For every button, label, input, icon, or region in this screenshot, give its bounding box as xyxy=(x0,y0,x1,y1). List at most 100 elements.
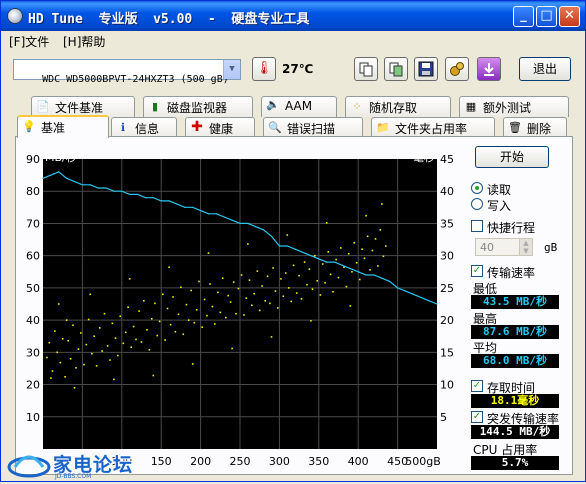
tab-random-access[interactable]: ⁘ 随机存取 xyxy=(345,96,451,117)
maximize-button[interactable]: □ xyxy=(536,6,557,27)
menu-file[interactable]: [F]文件 xyxy=(9,33,49,50)
y-right-tick-label: 40 xyxy=(440,185,454,198)
access-time-point xyxy=(319,294,322,296)
access-time-point xyxy=(340,247,342,249)
access-time-point xyxy=(355,261,358,264)
y-left-tick-label: 50 xyxy=(26,282,40,295)
tab-file-benchmark[interactable]: 📄 文件基准 xyxy=(31,96,135,117)
burst-rate-value: 144.5 MB/秒 xyxy=(471,425,559,439)
access-time-point xyxy=(164,339,166,341)
transfer-rate-point xyxy=(105,187,107,189)
access-time-point xyxy=(150,318,153,320)
access-time-point xyxy=(347,252,350,255)
speaker-icon: 🔈 xyxy=(266,98,280,111)
drive-select[interactable]: WDC WD5000BPVT-24HXZT3 (500 gB) ▼ xyxy=(13,59,241,85)
transfer-rate-checkbox[interactable]: ✓ 传输速率 xyxy=(471,263,571,280)
access-time-point xyxy=(379,229,382,231)
read-radio-dot[interactable] xyxy=(471,182,483,194)
access-time-point xyxy=(280,278,282,280)
spin-arrows-icon[interactable]: ▲ ▼ xyxy=(519,239,532,255)
transfer-rate-point xyxy=(341,264,344,266)
download-button[interactable] xyxy=(477,57,501,81)
watermark-subtext: JD-BBS.COM xyxy=(55,473,92,480)
access-time-box[interactable]: ✓ xyxy=(471,380,483,392)
exit-button[interactable]: 退出 xyxy=(519,57,571,81)
access-time-point xyxy=(195,309,198,311)
menu-help[interactable]: [H]帮助 xyxy=(63,33,105,50)
tab-error-scan[interactable]: 🔍 错误扫描 xyxy=(263,117,363,138)
scatter-icon: ⁘ xyxy=(352,100,362,113)
access-time-point xyxy=(332,290,334,293)
tab-folder-usage[interactable]: 📁 文件夹占用率 xyxy=(371,117,495,138)
access-time-point xyxy=(321,263,324,265)
transfer-rate-point xyxy=(136,193,139,196)
read-radio[interactable]: 读取 xyxy=(471,180,571,197)
transfer-rate-box[interactable]: ✓ xyxy=(471,265,483,277)
health-cross-icon: ✚ xyxy=(191,119,203,135)
app-disc-icon xyxy=(7,8,23,24)
tab-health[interactable]: ✚ 健康 xyxy=(185,117,255,138)
transfer-rate-point xyxy=(144,197,147,199)
access-time-point xyxy=(363,257,366,260)
access-time-point xyxy=(349,305,352,307)
quick-stroke-size-input[interactable]: 40 ▲ ▼ xyxy=(475,238,533,256)
transfer-rate-point xyxy=(113,190,115,192)
y-left-tick-label: 20 xyxy=(26,379,40,392)
write-radio-dot[interactable] xyxy=(471,198,483,210)
access-time-point xyxy=(253,292,255,295)
access-time-checkbox[interactable]: ✓ 存取时间 xyxy=(471,378,571,395)
access-time-point xyxy=(203,298,206,301)
access-time-point xyxy=(329,273,332,276)
transfer-rate-point xyxy=(231,219,233,221)
y-left-tick-label: 90 xyxy=(26,153,40,166)
tab-aam[interactable]: 🔈 AAM xyxy=(261,96,337,117)
min-value: 43.5 MB/秒 xyxy=(471,295,559,309)
burst-rate-checkbox[interactable]: ✓ 突发传输速率 xyxy=(471,409,571,426)
options-button[interactable] xyxy=(445,57,469,81)
access-time-point xyxy=(227,294,229,297)
access-time-point xyxy=(213,323,216,325)
save-button[interactable] xyxy=(414,57,438,81)
access-time-point xyxy=(240,274,243,276)
write-radio[interactable]: 写入 xyxy=(471,196,571,213)
title-bar[interactable]: HD Tune 专业版 v5.00 - 硬盘专业工具 _ □ ✕ xyxy=(1,1,585,31)
quick-stroke-label: 快捷行程 xyxy=(487,221,536,235)
start-button[interactable]: 开始 xyxy=(475,146,549,168)
access-time-point xyxy=(111,322,114,325)
transfer-rate-point xyxy=(436,303,438,305)
access-time-point xyxy=(48,341,51,344)
access-time-point xyxy=(303,261,306,263)
access-time-point xyxy=(264,299,267,302)
cpu-usage-value: 5.7% xyxy=(471,456,559,470)
close-button[interactable]: ✕ xyxy=(559,6,580,27)
access-time-point xyxy=(93,335,96,338)
chevron-down-icon[interactable]: ▼ xyxy=(223,60,240,79)
transfer-rate-point xyxy=(81,184,83,186)
minimize-button[interactable]: _ xyxy=(513,6,534,27)
tab-benchmark[interactable]: 💡 基准 xyxy=(17,115,109,138)
access-time-point xyxy=(300,298,303,300)
quick-stroke-box[interactable] xyxy=(471,220,483,232)
tab-info[interactable]: ℹ 信息 xyxy=(111,117,177,138)
tab-disk-monitor[interactable]: ▮ 磁盘监视器 xyxy=(143,96,253,117)
access-time-point xyxy=(156,334,159,337)
access-time-point xyxy=(295,292,298,294)
tab-erase[interactable]: 🗑 删除 xyxy=(503,117,567,138)
transfer-rate-point xyxy=(247,222,249,225)
access-time-point xyxy=(270,336,273,338)
thermometer-icon[interactable]: 🌡 xyxy=(252,57,276,81)
tab-extra-tests[interactable]: ▦ 额外测试 xyxy=(459,96,569,117)
burst-rate-box[interactable]: ✓ xyxy=(471,411,483,423)
access-time-point xyxy=(247,243,249,245)
access-time-point xyxy=(56,351,58,354)
gears-icon xyxy=(450,62,464,76)
trash-icon: 🗑 xyxy=(508,121,522,134)
copy-screenshot-button[interactable] xyxy=(384,57,408,81)
benchmark-chart: 9080706050403020104540353025201510550 100… xyxy=(26,150,454,468)
info-icon: ℹ xyxy=(120,121,126,134)
temperature-value: 27℃ xyxy=(282,62,314,76)
copy-text-button[interactable] xyxy=(354,57,378,81)
access-time-point xyxy=(101,350,103,352)
transfer-rate-point xyxy=(333,261,336,263)
quick-stroke-checkbox[interactable]: 快捷行程 xyxy=(471,218,571,235)
